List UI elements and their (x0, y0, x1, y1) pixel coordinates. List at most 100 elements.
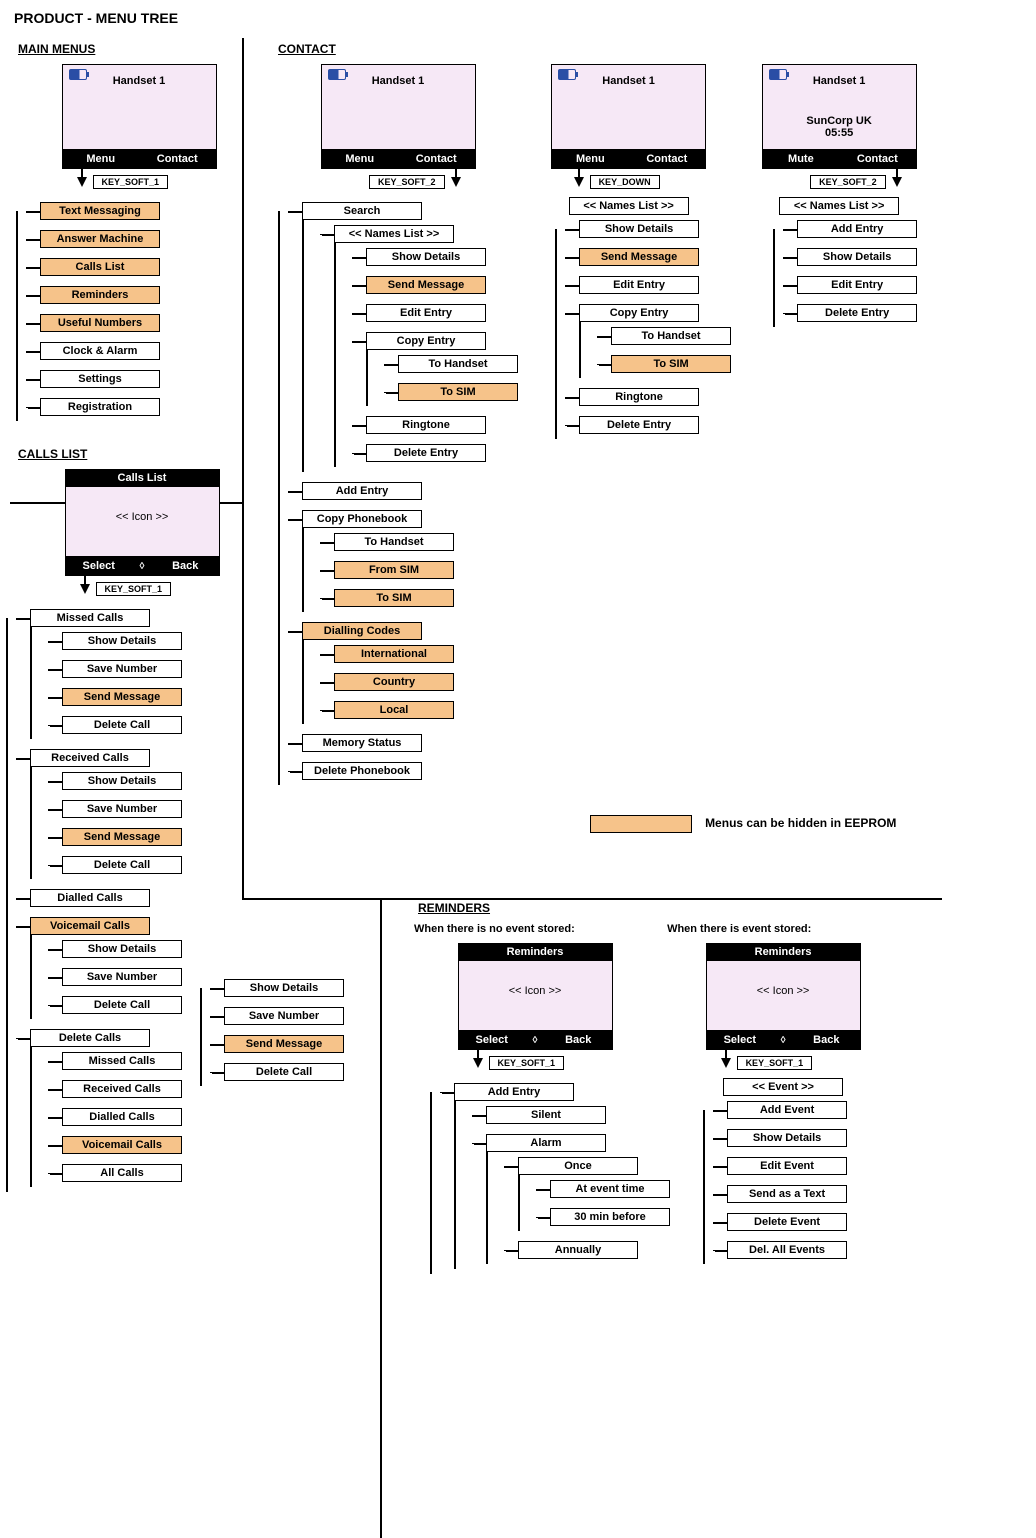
softkey-left[interactable]: Menu (63, 153, 140, 165)
menu-item[interactable]: Copy Entry (366, 332, 486, 350)
menu-item[interactable]: Edit Event (727, 1157, 847, 1175)
menu-item[interactable]: Save Number (62, 968, 182, 986)
menu-item[interactable]: Delete Call (224, 1063, 344, 1081)
menu-item[interactable]: Send Message (224, 1035, 344, 1053)
menu-item[interactable]: Show Details (727, 1129, 847, 1147)
menu-item[interactable]: Alarm (486, 1134, 606, 1152)
menu-item[interactable]: Del. All Events (727, 1241, 847, 1259)
menu-item[interactable]: Save Number (62, 800, 182, 818)
menu-item[interactable]: Delete Call (62, 716, 182, 734)
menu-item[interactable]: Send Message (62, 828, 182, 846)
menu-item[interactable]: Delete Entry (797, 304, 917, 322)
menu-item[interactable]: Edit Entry (579, 276, 699, 294)
menu-item[interactable]: 30 min before (550, 1208, 670, 1226)
menu-item[interactable]: Show Details (62, 940, 182, 958)
menu-item[interactable]: Send as a Text (727, 1185, 847, 1203)
menu-item[interactable]: Save Number (224, 1007, 344, 1025)
menu-item[interactable]: To SIM (611, 355, 731, 373)
menu-item[interactable]: To SIM (334, 589, 454, 607)
menu-item[interactable]: Send Message (62, 688, 182, 706)
menu-item[interactable]: Edit Entry (366, 304, 486, 322)
menu-item[interactable]: Show Details (62, 772, 182, 790)
menu-item[interactable]: Copy Phonebook (302, 510, 422, 528)
menu-item[interactable]: Show Details (797, 248, 917, 266)
menu-item[interactable]: Dialled Calls (62, 1108, 182, 1126)
menu-item[interactable]: To Handset (334, 533, 454, 551)
menu-item[interactable]: Voicemail Calls (62, 1136, 182, 1154)
key-label: KEY_DOWN (590, 175, 660, 189)
menu-item[interactable]: Ringtone (366, 416, 486, 434)
menu-item[interactable]: Send Message (366, 276, 486, 294)
menu-item[interactable]: Ringtone (579, 388, 699, 406)
menu-item[interactable]: All Calls (62, 1164, 182, 1182)
menu-item[interactable]: Received Calls (30, 749, 150, 767)
menu-item[interactable]: Delete Entry (366, 444, 486, 462)
menu-item[interactable]: Show Details (224, 979, 344, 997)
phone-contact-2: Handset 1 Menu Contact (551, 64, 706, 169)
menu-item[interactable]: Silent (486, 1106, 606, 1124)
tree-reminders-empty: Add EntrySilentAlarmOnceAt event time30 … (430, 1078, 660, 1274)
softkey-right[interactable]: Contact (629, 153, 706, 165)
menu-item[interactable]: At event time (550, 1180, 670, 1198)
menu-item[interactable]: Delete Call (62, 996, 182, 1014)
menu-item[interactable]: Delete Call (62, 856, 182, 874)
menu-item[interactable]: Missed Calls (30, 609, 150, 627)
menu-item[interactable]: Delete Entry (579, 416, 699, 434)
menu-item[interactable]: To SIM (398, 383, 518, 401)
menu-item[interactable]: Settings (40, 370, 160, 388)
menu-item[interactable]: Delete Event (727, 1213, 847, 1231)
menu-item[interactable]: Answer Machine (40, 230, 160, 248)
menu-item[interactable]: Show Details (579, 220, 699, 238)
softkey-right[interactable]: Contact (398, 153, 475, 165)
menu-item[interactable]: Dialling Codes (302, 622, 422, 640)
menu-item[interactable]: Local (334, 701, 454, 719)
menu-item[interactable]: To Handset (398, 355, 518, 373)
softkey-right[interactable]: Contact (839, 153, 916, 165)
menu-item[interactable]: Received Calls (62, 1080, 182, 1098)
menu-item[interactable]: Delete Calls (30, 1029, 150, 1047)
menu-item[interactable]: Add Entry (302, 482, 422, 500)
menu-item[interactable]: Search (302, 202, 422, 220)
menu-item[interactable]: Delete Phonebook (302, 762, 422, 780)
menu-item[interactable]: Add Entry (797, 220, 917, 238)
menu-item[interactable]: Add Entry (454, 1083, 574, 1101)
menu-item[interactable]: Send Message (579, 248, 699, 266)
menu-item[interactable]: Reminders (40, 286, 160, 304)
menu-item[interactable]: Memory Status (302, 734, 422, 752)
menu-item[interactable]: Show Details (62, 632, 182, 650)
phone-line3: 05:55 (769, 127, 910, 139)
menu-item[interactable]: Edit Entry (797, 276, 917, 294)
menu-item[interactable]: Text Messaging (40, 202, 160, 220)
menu-item[interactable]: Calls List (40, 258, 160, 276)
menu-item[interactable]: Annually (518, 1241, 638, 1259)
menu-item[interactable]: Useful Numbers (40, 314, 160, 332)
softkey-left[interactable]: Menu (322, 153, 399, 165)
menu-item[interactable]: Missed Calls (62, 1052, 182, 1070)
softkey-left[interactable]: Menu (552, 153, 629, 165)
key-label: KEY_SOFT_1 (737, 1056, 813, 1070)
softkey-left[interactable]: Select (459, 1034, 526, 1046)
softkey-right[interactable]: Back (152, 560, 219, 572)
softkey-left[interactable]: Select (66, 560, 133, 572)
phone-contact-3: Handset 1 SunCorp UK 05:55 Mute Contact (762, 64, 917, 169)
softkey-right[interactable]: Back (545, 1034, 612, 1046)
menu-item[interactable]: Once (518, 1157, 638, 1175)
menu-item[interactable]: Country (334, 673, 454, 691)
menu-item[interactable]: Copy Entry (579, 304, 699, 322)
menu-item[interactable]: Voicemail Calls (30, 917, 150, 935)
softkey-left[interactable]: Select (707, 1034, 774, 1046)
softkey-right[interactable]: Contact (139, 153, 216, 165)
menu-item[interactable]: To Handset (611, 327, 731, 345)
menu-item[interactable]: Show Details (366, 248, 486, 266)
menu-item[interactable]: International (334, 645, 454, 663)
menu-item[interactable]: Dialled Calls (30, 889, 150, 907)
menu-item[interactable]: Save Number (62, 660, 182, 678)
softkey-right[interactable]: Back (793, 1034, 860, 1046)
menu-item[interactable]: From SIM (334, 561, 454, 579)
menu-item[interactable]: Registration (40, 398, 160, 416)
reminders-caption-empty: When there is no event stored: (414, 923, 660, 935)
softkey-left[interactable]: Mute (763, 153, 840, 165)
event-header: << Event >> (723, 1078, 843, 1096)
menu-item[interactable]: Clock & Alarm (40, 342, 160, 360)
menu-item[interactable]: Add Event (727, 1101, 847, 1119)
